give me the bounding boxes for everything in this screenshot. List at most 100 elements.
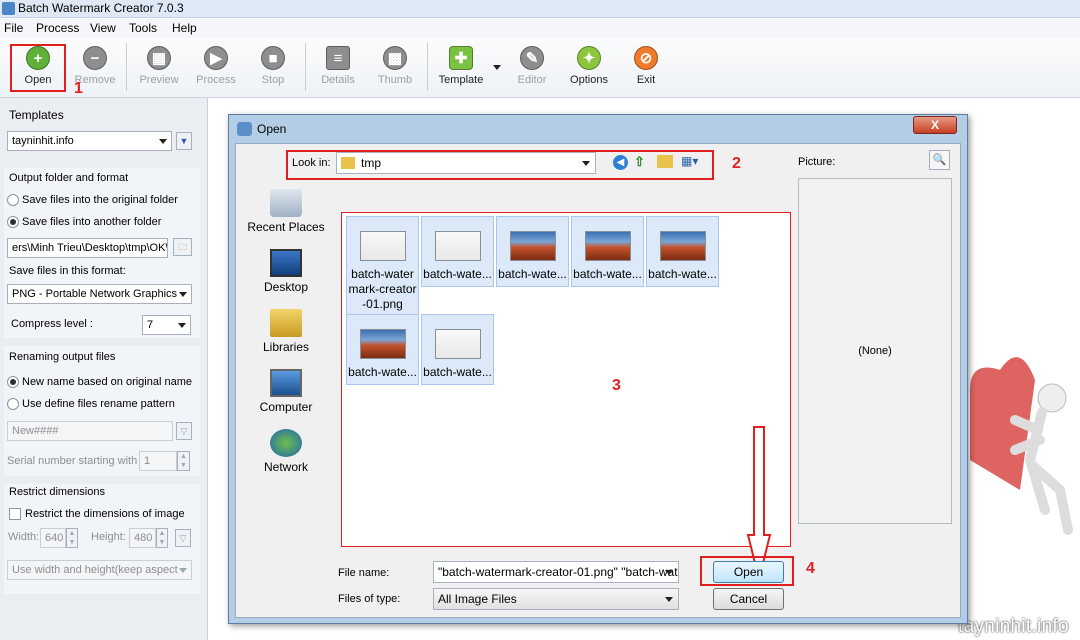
file-item[interactable]: batch-wate... — [646, 216, 719, 287]
figure-pushing-heart — [970, 357, 1073, 535]
place-label: Network — [263, 460, 308, 474]
template-menu-button[interactable]: ▼ — [176, 132, 192, 150]
file-name-label: File name: — [338, 567, 390, 579]
menu-help[interactable]: Help — [172, 21, 197, 35]
compress-select[interactable]: 7 — [142, 315, 191, 335]
view-menu-icon[interactable]: ▦▾ — [681, 154, 705, 170]
output-folder-input[interactable]: ers\Minh Trieu\Desktop\tmp\OK\ — [7, 238, 168, 258]
template-dropdown-icon[interactable] — [493, 65, 501, 70]
wrench-icon: ✦ — [577, 46, 601, 70]
serial-input[interactable]: 1 — [139, 451, 177, 471]
radio-rename-pattern[interactable] — [7, 398, 19, 410]
dimension-dropdown-button[interactable]: ▽ — [175, 529, 191, 547]
place-recent[interactable]: Recent Places — [246, 189, 326, 234]
recent-places-icon — [270, 189, 302, 217]
dialog-title: Open — [257, 122, 287, 136]
thumb-label: Thumb — [377, 74, 413, 86]
radio-save-original[interactable] — [7, 194, 19, 206]
preview-none-text: (None) — [858, 345, 892, 357]
template-select[interactable]: tayninhit.info — [7, 131, 172, 151]
rename-pattern-label: Use define files rename pattern — [22, 398, 175, 410]
save-original-label: Save files into the original folder — [22, 194, 178, 206]
menu-process[interactable]: Process — [36, 21, 79, 35]
details-button[interactable]: ≡ Details — [309, 39, 367, 97]
radio-save-another[interactable] — [7, 216, 19, 228]
format-label: Save files in this format: — [9, 265, 126, 277]
image-thumbnail — [434, 231, 481, 261]
pattern-dropdown-button[interactable]: ▽ — [176, 422, 192, 440]
serial-label: Serial number starting with — [7, 455, 138, 467]
process-button[interactable]: ▶ Process — [187, 39, 245, 97]
place-desktop[interactable]: Desktop — [246, 249, 326, 294]
image-thumbnail — [584, 231, 631, 261]
options-button[interactable]: ✦ Options — [560, 39, 618, 97]
file-item[interactable]: batch-water mark-creator -01.png — [346, 216, 419, 317]
place-libraries[interactable]: Libraries — [246, 309, 326, 354]
menu-tools[interactable]: Tools — [129, 21, 157, 35]
annotation-4: 4 — [806, 560, 815, 577]
back-icon[interactable]: ◀ — [613, 155, 628, 170]
new-folder-icon[interactable] — [657, 155, 673, 168]
template-button[interactable]: ✚ Template — [432, 39, 490, 97]
menu-view[interactable]: View — [90, 21, 116, 35]
cancel-button[interactable]: Cancel — [713, 588, 784, 610]
place-computer[interactable]: Computer — [246, 369, 326, 414]
output-title: Output folder and format — [9, 172, 129, 184]
width-spinner[interactable]: ▲ ▼ — [66, 528, 78, 548]
width-input[interactable]: 640 — [40, 528, 66, 548]
dimension-mode-select[interactable]: Use width and height(keep aspect — [7, 560, 192, 580]
file-item[interactable]: batch-wate... — [421, 314, 494, 385]
stop-button[interactable]: ■ Stop — [244, 39, 302, 97]
preview-label: Preview — [139, 74, 179, 86]
menu-bar: File Process View Tools Help — [0, 19, 1080, 38]
pencil-icon: ✎ — [520, 46, 544, 70]
minus-icon: − — [83, 46, 107, 70]
file-item[interactable]: batch-wate... — [421, 216, 494, 287]
radio-rename-original[interactable] — [7, 376, 19, 388]
chevron-down-icon — [179, 292, 187, 297]
background-illustration — [960, 340, 1080, 610]
exit-button[interactable]: ⊘ Exit — [617, 39, 675, 97]
folder-icon[interactable]: 🗀 — [173, 238, 192, 256]
preview-button[interactable]: ▦ Preview — [130, 39, 188, 97]
editor-button[interactable]: ✎ Editor — [503, 39, 561, 97]
up-folder-icon[interactable]: ⇧ — [634, 154, 650, 170]
file-item[interactable]: batch-wate... — [571, 216, 644, 287]
details-label: Details — [321, 74, 355, 86]
file-list[interactable]: batch-water mark-creator -01.png batch-w… — [341, 212, 791, 580]
look-in-select[interactable]: tmp — [336, 152, 596, 174]
chevron-down-icon — [179, 568, 187, 573]
restrict-checkbox[interactable] — [9, 508, 21, 520]
restrict-title: Restrict dimensions — [9, 486, 105, 498]
image-thumbnail — [434, 329, 481, 359]
pattern-input[interactable]: New#### — [7, 421, 173, 441]
file-item[interactable]: batch-wate... — [496, 216, 569, 287]
place-network[interactable]: Network — [246, 429, 326, 474]
height-input[interactable]: 480 — [129, 528, 156, 548]
format-select[interactable]: PNG - Portable Network Graphics — [7, 284, 192, 304]
menu-file[interactable]: File — [4, 21, 23, 35]
height-spinner[interactable]: ▲ ▼ — [156, 528, 168, 548]
computer-icon — [270, 369, 302, 397]
annotation-3: 3 — [612, 377, 621, 394]
close-button[interactable]: X — [913, 116, 957, 134]
process-label: Process — [196, 74, 236, 86]
file-type-select[interactable]: All Image Files — [433, 588, 679, 610]
file-item[interactable]: batch-wate... — [346, 314, 419, 385]
chevron-down-icon — [159, 139, 167, 144]
templates-label: Templates — [9, 108, 64, 122]
annotation-1: 1 — [74, 80, 83, 97]
file-name-input[interactable]: "batch-watermark-creator-01.png" "batch-… — [433, 561, 679, 583]
network-icon — [270, 429, 302, 457]
width-label: Width: — [8, 531, 40, 543]
open-dialog-button[interactable]: Open — [713, 561, 784, 583]
settings-panel: Templates tayninhit.info ▼ Output folder… — [0, 98, 208, 640]
editor-label: Editor — [517, 74, 547, 86]
serial-spinner[interactable]: ▲ ▼ — [177, 451, 190, 471]
thumb-button[interactable]: ▩ Thumb — [366, 39, 424, 97]
preview-icon: ▦ — [147, 46, 171, 70]
title-bar: Batch Watermark Creator 7.0.3 — [0, 0, 1080, 18]
preview-zoom-icon[interactable]: 🔍 — [929, 150, 950, 170]
chevron-down-icon — [665, 597, 673, 602]
template-label: Template — [438, 74, 484, 86]
